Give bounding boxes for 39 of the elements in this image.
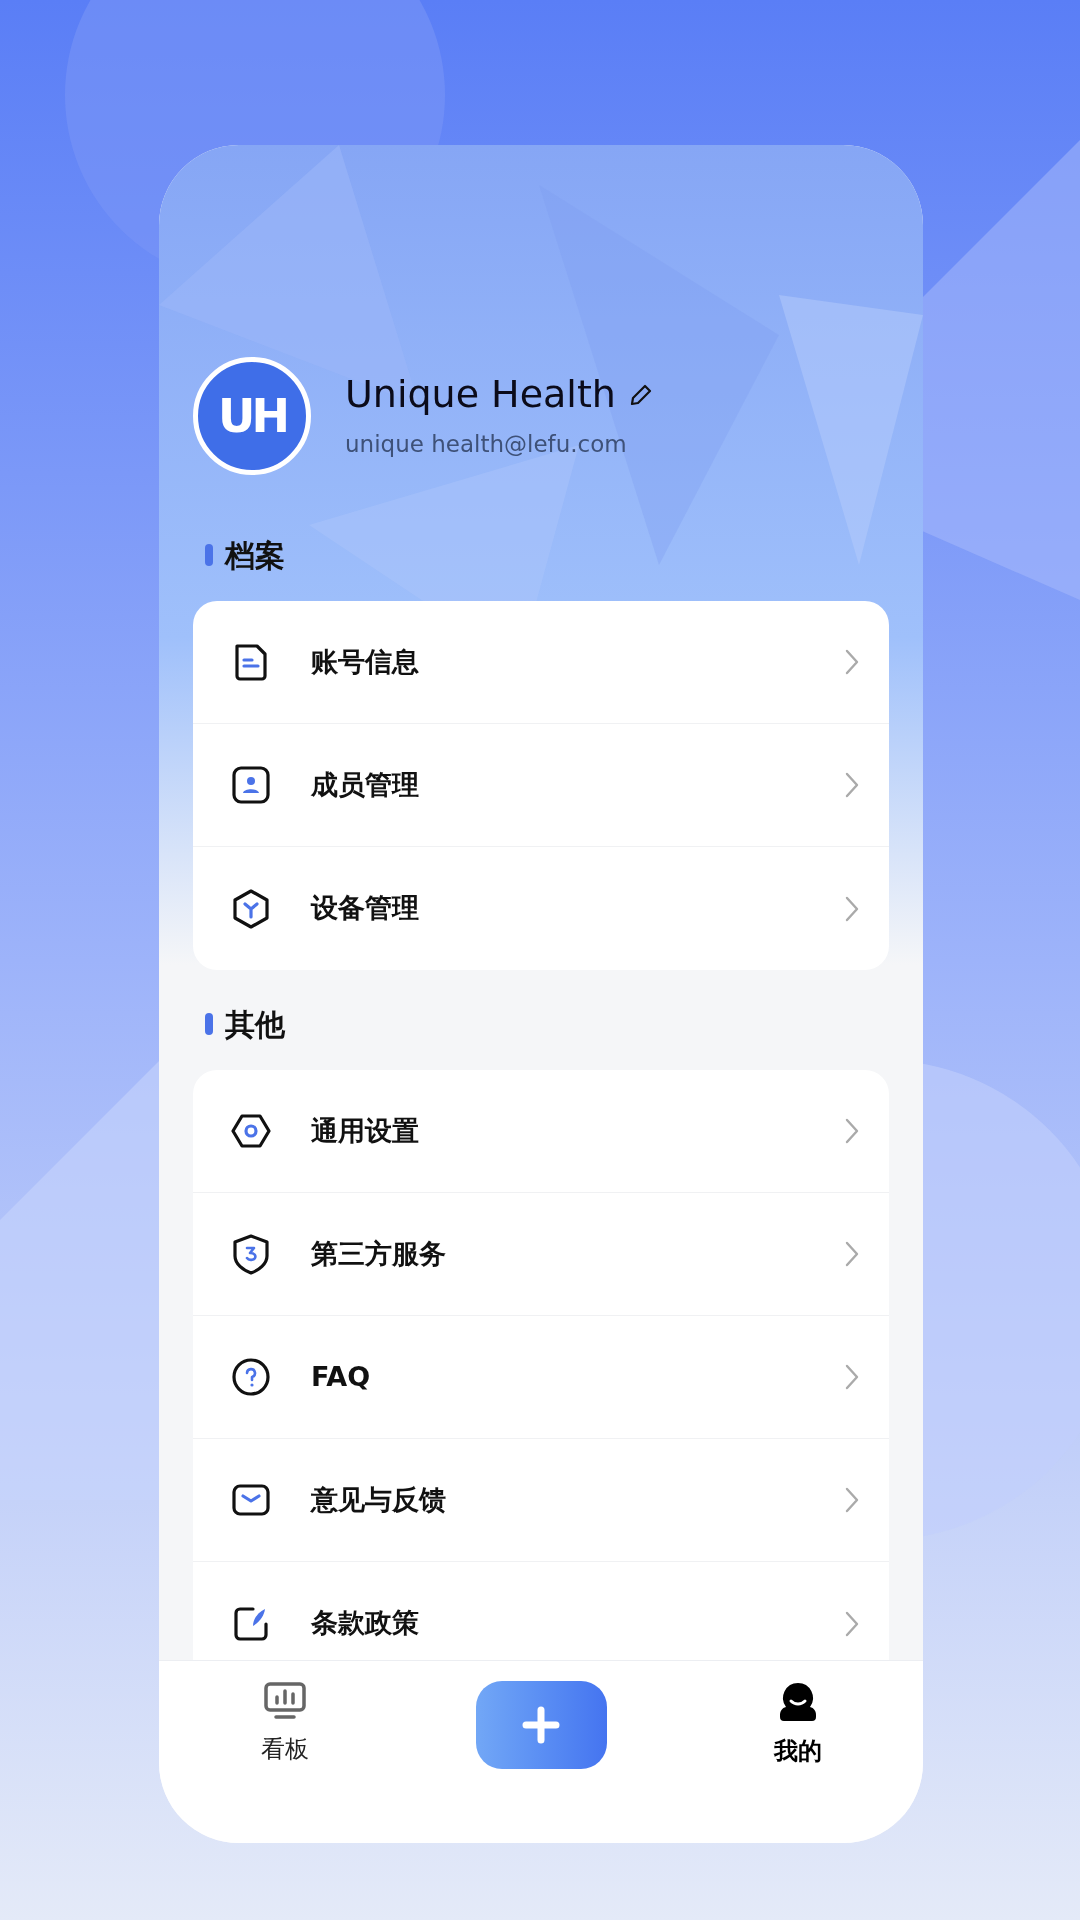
menu-label: 条款政策 (311, 1606, 420, 1641)
menu-label: FAQ (311, 1359, 372, 1394)
chevron-right-icon (845, 1118, 859, 1144)
plus-icon (522, 1706, 560, 1744)
menu-item[interactable]: 条款政策 (193, 1562, 889, 1660)
profile-name: Unique Health (345, 371, 616, 418)
tab-item[interactable]: 看板 (224, 1681, 345, 1767)
add-button[interactable] (475, 1681, 607, 1769)
menu-item[interactable]: 通用设置 (193, 1070, 889, 1193)
menu-label: 意见与反馈 (311, 1482, 447, 1517)
menu-label: 第三方服务 (311, 1236, 447, 1271)
chevron-right-icon (845, 1610, 859, 1637)
profile-email: unique health@lefu.com (345, 429, 628, 459)
avatar-initials: UH (218, 387, 286, 445)
tab-item[interactable]: 我的 (737, 1681, 858, 1769)
menu-label: 设备管理 (311, 891, 420, 926)
chevron-right-icon (845, 895, 859, 922)
help-icon (229, 1355, 273, 1399)
chevron-right-icon (845, 772, 859, 798)
menu-item[interactable]: 成员管理 (193, 724, 889, 847)
menu-item[interactable]: 第三方服务 (193, 1193, 889, 1316)
section-marker (205, 1013, 213, 1035)
menu-label: 账号信息 (311, 644, 420, 679)
menu-label: 成员管理 (311, 767, 420, 802)
chevron-right-icon (845, 649, 859, 675)
section-marker (205, 544, 213, 566)
section-title: 其他 (225, 1005, 285, 1044)
menu-item[interactable]: 设备管理 (193, 847, 889, 970)
profile-icon (777, 1681, 818, 1723)
chevron-right-icon (845, 1241, 859, 1267)
menu-item[interactable]: 账号信息 (193, 601, 889, 724)
menu-item[interactable]: 意见与反馈 (193, 1439, 889, 1562)
menu-label: 通用设置 (311, 1113, 420, 1148)
chevron-right-icon (845, 1487, 859, 1513)
person-icon (229, 763, 273, 807)
menu-item[interactable]: FAQ (193, 1316, 889, 1439)
section-title: 档案 (225, 536, 285, 575)
chart-icon (262, 1681, 307, 1721)
chevron-right-icon (845, 1364, 859, 1390)
